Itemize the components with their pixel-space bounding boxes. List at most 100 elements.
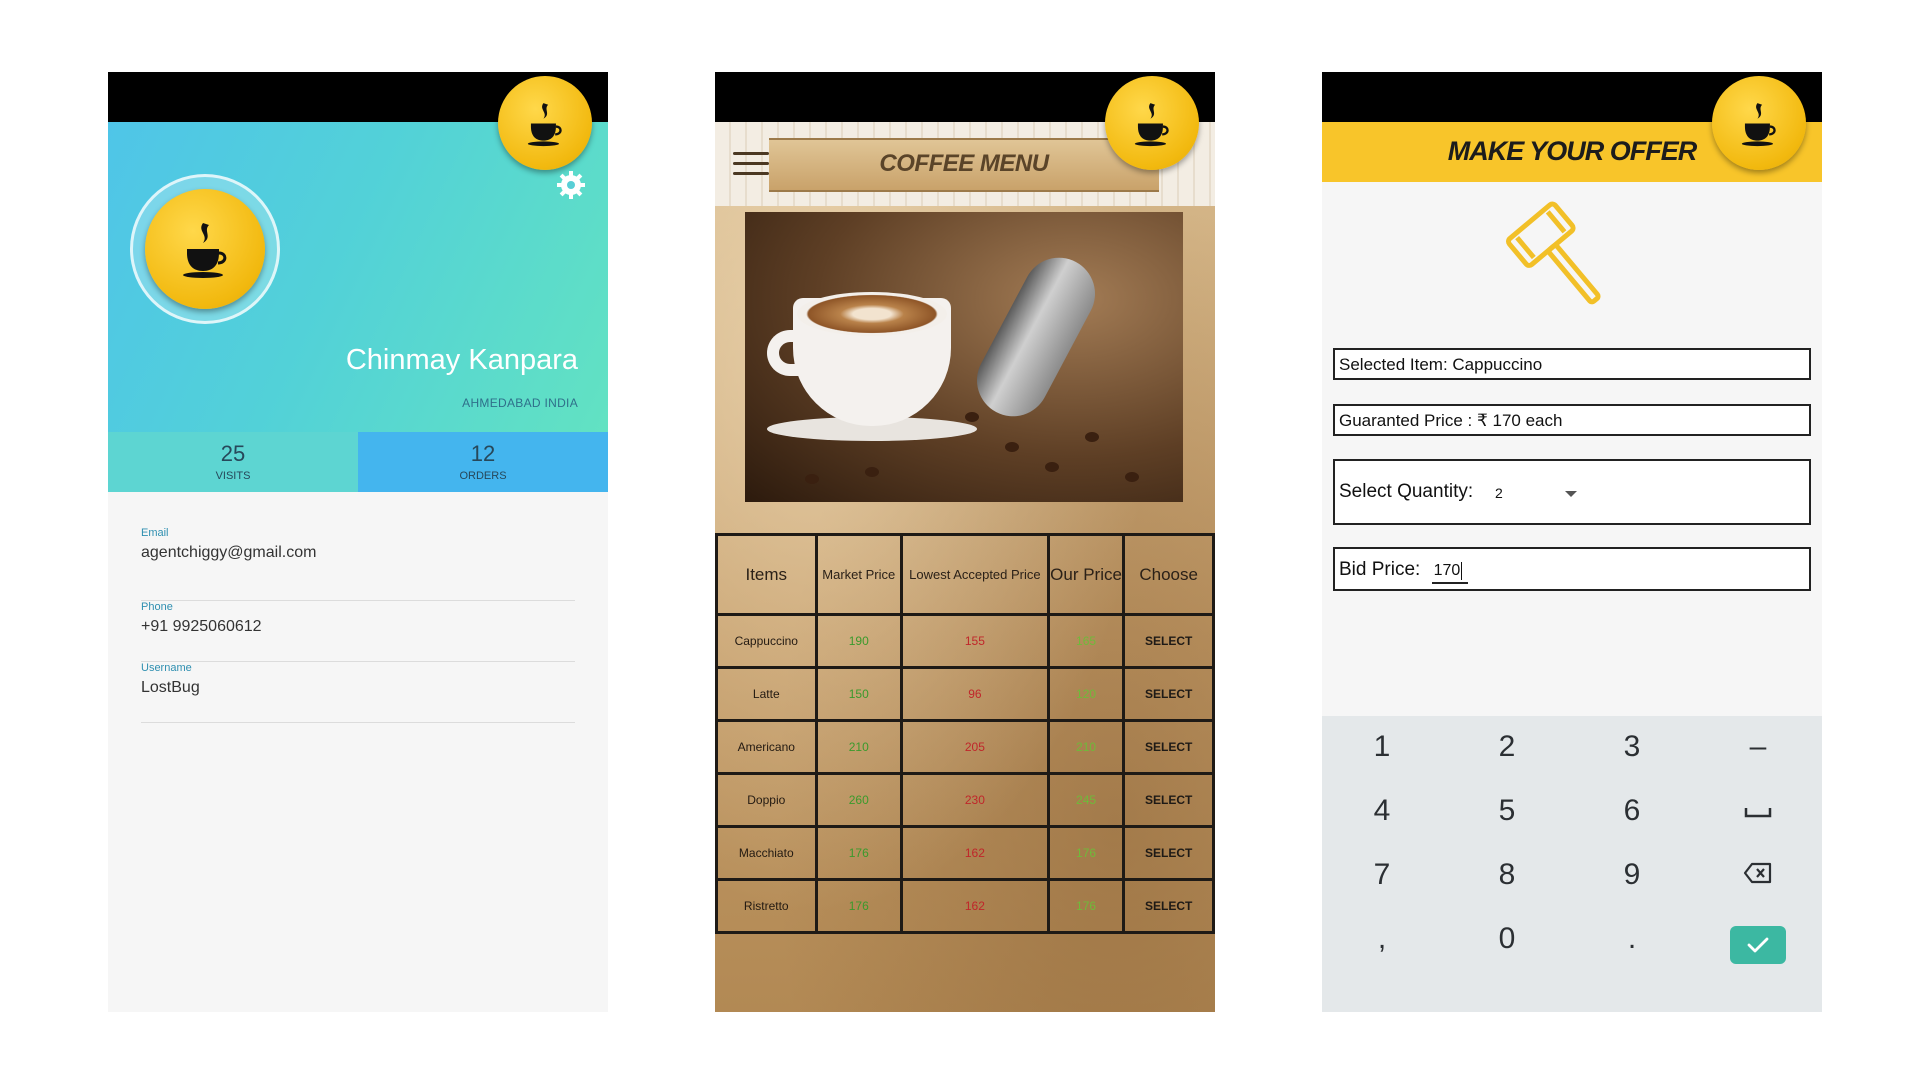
text-cursor (1461, 561, 1463, 580)
orders-count: 12 (470, 441, 496, 466)
key-7[interactable]: 7 (1322, 848, 1442, 902)
page-title: COFFEE MENU (879, 150, 1049, 177)
market-price: 176 (814, 878, 903, 934)
market-price: 150 (814, 666, 903, 722)
key-9[interactable]: 9 (1572, 848, 1692, 902)
visits-stat[interactable]: 25 VISITS (108, 432, 358, 492)
phone-label: Phone (141, 601, 173, 613)
bid-label: Bid Price: (1339, 559, 1421, 580)
gear-icon[interactable] (556, 170, 586, 200)
bean-shape (965, 412, 979, 422)
key-4[interactable]: 4 (1322, 784, 1442, 838)
select-button[interactable]: SELECT (1122, 666, 1215, 722)
check-icon (1747, 937, 1769, 953)
lowest-price: 205 (899, 719, 1050, 775)
bean-shape (1085, 432, 1099, 442)
item-name: Doppio (715, 772, 818, 828)
username-label: Username (141, 662, 192, 674)
done-button[interactable] (1730, 926, 1786, 964)
bean-shape (865, 467, 879, 477)
user-location: AHMEDABAD INDIA (462, 396, 578, 410)
hamburger-icon[interactable] (733, 152, 769, 180)
lowest-price: 155 (899, 613, 1050, 669)
guaranteed-price-field: Guaranted Price : ₹ 170 each (1333, 404, 1811, 436)
profile-fields: Email agentchiggy@gmail.com Phone +91 99… (141, 527, 575, 723)
select-button[interactable]: SELECT (1122, 825, 1215, 881)
profile-screen: Chinmay Kanpara AHMEDABAD INDIA 25 VISIT… (108, 72, 608, 1012)
our-price: 165 (1046, 613, 1126, 669)
header-our-price: Our Price (1046, 533, 1126, 616)
key-8[interactable]: 8 (1447, 848, 1567, 902)
table-row: Latte 150 96 120 SELECT (715, 666, 1215, 722)
item-name: Americano (715, 719, 818, 775)
table-row: Doppio 260 230 245 SELECT (715, 772, 1215, 828)
email-label: Email (141, 527, 169, 539)
avatar[interactable] (130, 174, 280, 324)
bid-price-field[interactable]: Bid Price: 170 (1333, 547, 1811, 591)
table-row: Americano 210 205 210 SELECT (715, 719, 1215, 775)
quantity-select[interactable]: Select Quantity: 2 (1333, 459, 1811, 525)
key-5[interactable]: 5 (1447, 784, 1567, 838)
market-price: 260 (814, 772, 903, 828)
coffee-cup-logo-icon (145, 189, 265, 309)
select-button[interactable]: SELECT (1122, 878, 1215, 934)
space-icon[interactable] (1698, 784, 1818, 838)
market-price: 176 (814, 825, 903, 881)
key-minus[interactable]: – (1698, 720, 1818, 774)
key-3[interactable]: 3 (1572, 720, 1692, 774)
coffee-cup-logo-icon (1712, 76, 1806, 170)
bean-shape (805, 474, 819, 484)
header-choose: Choose (1122, 533, 1215, 616)
select-button[interactable]: SELECT (1122, 719, 1215, 775)
market-price: 190 (814, 613, 903, 669)
backspace-icon[interactable] (1698, 848, 1818, 902)
user-name: Chinmay Kanpara (345, 344, 578, 376)
phone-value: +91 9925060612 (141, 618, 262, 635)
select-button[interactable]: SELECT (1122, 613, 1215, 669)
market-price: 210 (814, 719, 903, 775)
our-price: 245 (1046, 772, 1126, 828)
header-lowest-price: Lowest Accepted Price (899, 533, 1050, 616)
key-dot[interactable]: . (1572, 912, 1692, 966)
bean-shape (1005, 442, 1019, 452)
lowest-price: 96 (899, 666, 1050, 722)
gavel-icon (1506, 201, 1601, 305)
bid-input[interactable]: 170 (1431, 561, 1468, 584)
header-market-price: Market Price (814, 533, 903, 616)
lowest-price: 162 (899, 878, 1050, 934)
our-price: 210 (1046, 719, 1126, 775)
visits-label: VISITS (215, 470, 251, 482)
key-2[interactable]: 2 (1447, 720, 1567, 774)
profile-stats: 25 VISITS 12 ORDERS (108, 432, 608, 492)
quantity-value: 2 (1495, 485, 1503, 501)
table-header-row: Items Market Price Lowest Accepted Price… (715, 533, 1215, 616)
username-value: LostBug (141, 679, 200, 696)
table-row: Macchiato 176 162 176 SELECT (715, 825, 1215, 881)
coffee-menu-screen: COFFEE MENU Items Market Price Lowest Ac… (715, 72, 1215, 1012)
item-name: Latte (715, 666, 818, 722)
key-6[interactable]: 6 (1572, 784, 1692, 838)
email-value: agentchiggy@gmail.com (141, 544, 317, 561)
item-name: Ristretto (715, 878, 818, 934)
coffee-cup-logo-icon (498, 76, 592, 170)
quantity-label: Select Quantity: (1339, 481, 1474, 502)
key-comma[interactable]: , (1322, 912, 1442, 966)
chevron-down-icon[interactable] (1565, 491, 1577, 497)
select-button[interactable]: SELECT (1122, 772, 1215, 828)
table-row: Cappuccino 190 155 165 SELECT (715, 613, 1215, 669)
key-1[interactable]: 1 (1322, 720, 1442, 774)
item-name: Cappuccino (715, 613, 818, 669)
latte-art-shape (797, 292, 947, 336)
scoop-shape (964, 245, 1108, 429)
bean-shape (1125, 472, 1139, 482)
key-0[interactable]: 0 (1447, 912, 1567, 966)
orders-label: ORDERS (459, 470, 507, 482)
our-price: 176 (1046, 878, 1126, 934)
numeric-keypad: 1 2 3 – 4 5 6 7 8 9 , 0 . (1322, 716, 1822, 1012)
our-price: 176 (1046, 825, 1126, 881)
visits-count: 25 (220, 441, 246, 466)
username-field[interactable]: Username LostBug (141, 649, 575, 723)
lowest-price: 162 (899, 825, 1050, 881)
selected-item-field: Selected Item: Cappuccino (1333, 348, 1811, 380)
orders-stat[interactable]: 12 ORDERS (358, 432, 608, 492)
